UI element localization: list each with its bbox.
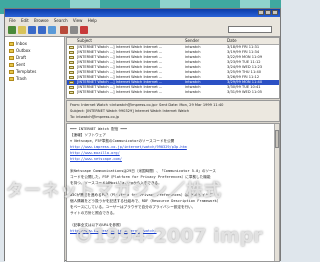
close-button[interactable]	[272, 10, 278, 15]
print-icon[interactable]	[70, 26, 78, 34]
preview-line: サイトの方針と照合できる。	[70, 211, 117, 215]
message-date: 3/31/99 WED 11:05	[227, 90, 263, 94]
mail-icon	[69, 91, 74, 94]
watermark-text: ターネットマガジン／株式	[6, 181, 222, 201]
mail-icon	[69, 86, 74, 89]
folder-item[interactable]: Templates	[9, 69, 36, 75]
menu-edit[interactable]: Edit	[21, 18, 29, 23]
message-row[interactable]: [INTERNET Watch ...] Internet Watch Inte…	[67, 90, 279, 95]
menu-view[interactable]: View	[73, 18, 83, 23]
mail-icon	[69, 51, 74, 54]
folder-item[interactable]: Outbox	[9, 48, 30, 54]
window-titlebar	[5, 9, 280, 17]
folder-label: Templates	[16, 69, 37, 74]
search-input[interactable]	[228, 26, 272, 33]
menu-browse[interactable]: Browse	[34, 18, 49, 23]
mail-icon	[69, 61, 74, 64]
folder-item[interactable]: Sent	[9, 62, 25, 68]
folder-item[interactable]: Trash	[9, 76, 27, 82]
new-mail-icon[interactable]	[18, 26, 26, 34]
reply-icon[interactable]	[28, 26, 36, 34]
mail-icon	[69, 76, 74, 79]
column-subject[interactable]: Subject	[77, 38, 92, 44]
folder-item[interactable]: Draft	[9, 55, 26, 61]
preview-line: 米Netscape Communicationsは29日（米国時間）、「Comm…	[70, 169, 217, 173]
folder-label: Trash	[16, 76, 27, 81]
message-header: From: Internet Watch <intwatch@impress.c…	[66, 100, 280, 122]
preview-link[interactable]: http://www.netscape.com/	[70, 157, 122, 161]
mail-icon	[69, 81, 74, 84]
scrollbar-thumb[interactable]	[275, 130, 279, 148]
mail-icon	[69, 56, 74, 59]
menu-bar: File Edit Browse Search View Help	[5, 17, 280, 24]
column-sender[interactable]: Sender	[185, 38, 199, 44]
forward-icon[interactable]	[48, 26, 56, 34]
folder-item[interactable]: Inbox	[9, 41, 27, 47]
mail-icon	[69, 71, 74, 74]
message-list-header: Subject Sender Date	[67, 38, 279, 45]
header-from: From: Internet Watch <intwatch@impress.c…	[70, 103, 224, 107]
get-mail-icon[interactable]	[8, 26, 16, 34]
maximize-button[interactable]	[265, 10, 271, 15]
header-to: To: intwatch@impress.co.jp	[70, 115, 120, 119]
toolbar	[5, 24, 280, 37]
preview-line: 【速報】ソフトウェア	[70, 133, 106, 137]
mail-icon	[69, 46, 74, 49]
folder-icon	[9, 42, 14, 46]
header-subject: Subject: [INTERNET Watch 990329] Interne…	[70, 109, 190, 113]
folder-icon	[9, 63, 14, 67]
menu-help[interactable]: Help	[88, 18, 97, 23]
preview-link[interactable]: http://www.mozilla.org/	[70, 151, 120, 155]
column-date[interactable]: Date	[227, 38, 237, 44]
folder-tree: Inbox Outbox Draft Sent Templates Trash	[5, 37, 65, 262]
preview-link[interactable]: http://www.impress.co.jp/internet/watch/…	[70, 145, 187, 149]
preview-line: をベースにしている。ユーザーはブラウザで自分のプライバシー設定を行い、	[70, 205, 196, 209]
folder-label: Sent	[16, 62, 26, 67]
folder-icon	[9, 56, 14, 60]
folder-icon	[9, 70, 14, 74]
reply-all-icon[interactable]	[38, 26, 46, 34]
folder-label: Draft	[16, 55, 27, 60]
minimize-button[interactable]	[258, 10, 264, 15]
watermark-copyright: ©1994-2007 impr	[74, 225, 263, 247]
message-sender: intwatch	[185, 90, 201, 94]
folder-label: Inbox	[16, 41, 27, 46]
delete-icon[interactable]	[60, 26, 68, 34]
mail-icon	[69, 66, 74, 69]
folder-icon	[9, 49, 14, 53]
message-subject: [INTERNET Watch ...] Internet Watch Inte…	[77, 90, 163, 94]
menu-file[interactable]: File	[9, 18, 16, 23]
folder-icon	[9, 77, 14, 81]
folder-label: Outbox	[16, 48, 31, 53]
stop-icon[interactable]	[80, 26, 88, 34]
preview-line: ▽ Netscape、P3P準拠のCommunicatorのソースコードを公開	[70, 139, 175, 143]
message-rows: [INTERNET Watch ...] Internet Watch Inte…	[67, 45, 279, 95]
preview-line: ━━━ INTERNET Watch 配信 ━━━	[70, 127, 127, 131]
message-list: Subject Sender Date [INTERNET Watch ...]…	[66, 37, 280, 99]
mail-client-window: File Edit Browse Search View Help Inbox O…	[4, 8, 281, 262]
menu-search[interactable]: Search	[54, 18, 68, 23]
